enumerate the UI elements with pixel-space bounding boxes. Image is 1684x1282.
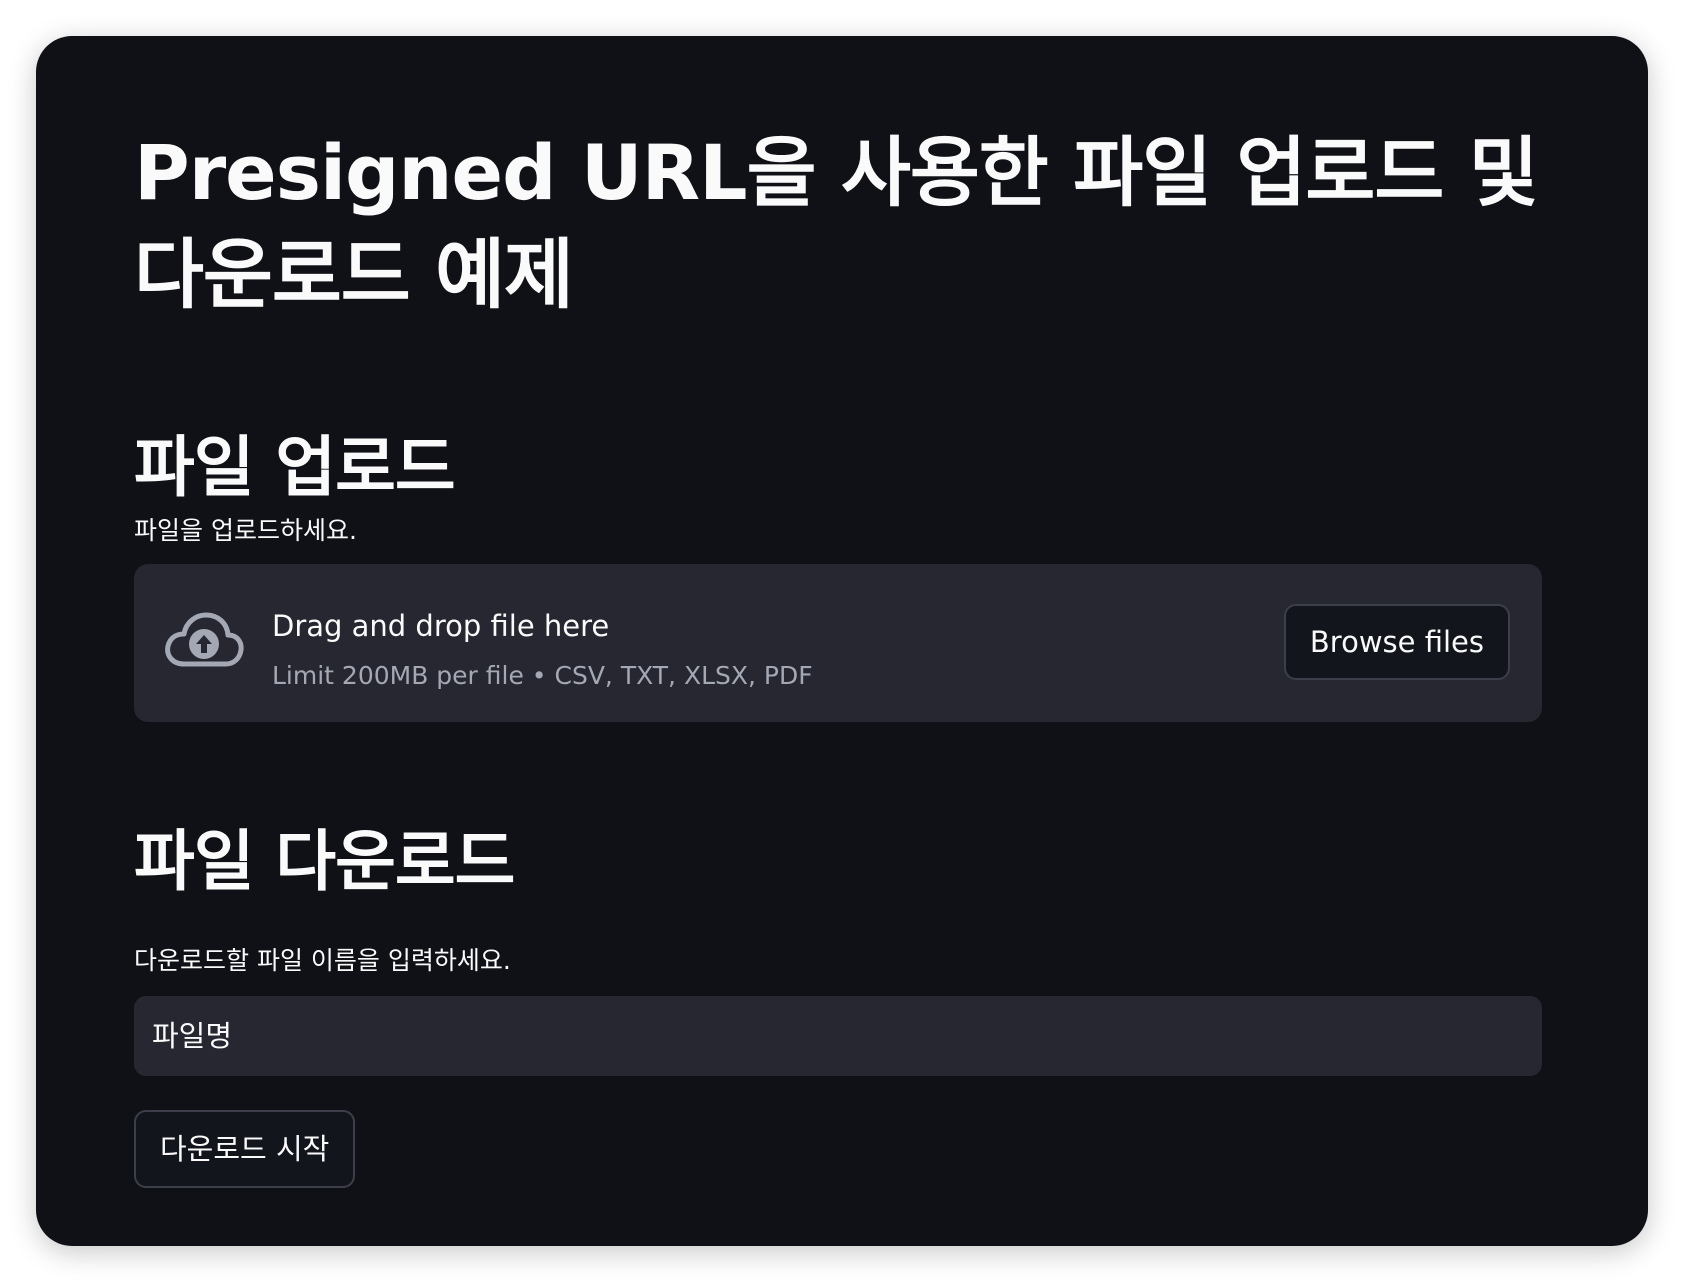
dropzone-limit-hint: Limit 200MB per file • CSV, TXT, XLSX, P…: [272, 661, 813, 690]
browse-files-button[interactable]: Browse files: [1283, 604, 1510, 680]
file-dropzone[interactable]: Drag and drop file here Limit 200MB per …: [134, 564, 1542, 722]
cloud-upload-icon: [165, 612, 244, 667]
app-container: Presigned URL을 사용한 파일 업로드 및 다운로드 예제 파일 업…: [36, 36, 1648, 1246]
download-heading: 파일 다운로드: [134, 823, 515, 900]
dropzone-instruction: Drag and drop file here: [272, 609, 610, 643]
upload-label: 파일을 업로드하세요.: [134, 516, 357, 545]
upload-heading: 파일 업로드: [134, 429, 456, 506]
filename-input[interactable]: [134, 996, 1542, 1076]
download-label: 다운로드할 파일 이름을 입력하세요.: [134, 946, 511, 975]
start-download-button[interactable]: 다운로드 시작: [134, 1110, 356, 1188]
page-title: Presigned URL을 사용한 파일 업로드 및 다운로드 예제: [134, 128, 1539, 319]
